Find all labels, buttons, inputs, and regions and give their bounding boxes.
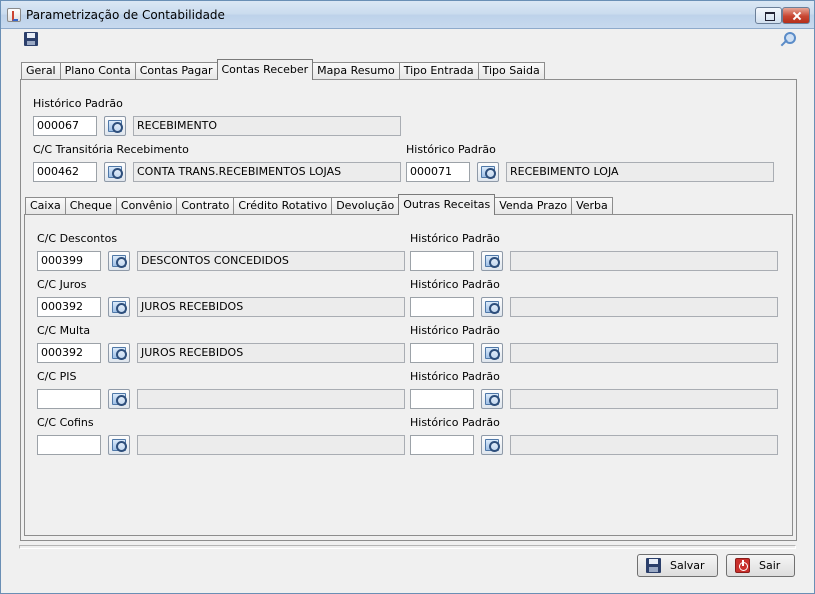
tab-contas-receber[interactable]: Contas Receber (216, 59, 314, 80)
close-button[interactable] (782, 7, 810, 24)
main-window: Parametrização de Contabilidade Geral Pl… (0, 0, 815, 594)
cc-descontos-desc: DESCONTOS CONCEDIDOS (137, 251, 405, 271)
sub-tab-bar: Caixa Cheque Convênio Contrato Crédito R… (25, 194, 613, 215)
cc-pis-code-input[interactable] (37, 389, 101, 409)
cc-juros-search-icon[interactable] (108, 297, 130, 317)
cc-multa-search-icon[interactable] (108, 343, 130, 363)
tab-mapa-resumo[interactable]: Mapa Resumo (312, 62, 400, 80)
juros-historico-label: Histórico Padrão (410, 278, 500, 291)
tab-cheque[interactable]: Cheque (64, 197, 117, 215)
pis-historico-desc (510, 389, 778, 409)
juros-historico-code-input[interactable] (410, 297, 474, 317)
historico-padrao-2-desc: RECEBIMENTO LOJA (506, 162, 774, 182)
title-bar: Parametrização de Contabilidade (1, 1, 814, 29)
cofins-historico-code-input[interactable] (410, 435, 474, 455)
historico-padrao-code-input[interactable]: 000067 (33, 116, 97, 136)
tab-caixa[interactable]: Caixa (25, 197, 66, 215)
cc-cofins-desc (137, 435, 405, 455)
cc-descontos-label: C/C Descontos (37, 232, 118, 245)
power-icon (735, 558, 750, 573)
tab-credito-rotativo[interactable]: Crédito Rotativo (233, 197, 333, 215)
cc-juros-code-input[interactable]: 000392 (37, 297, 101, 317)
pis-historico-label: Histórico Padrão (410, 370, 500, 383)
exit-button[interactable]: Sair (726, 554, 795, 577)
cofins-historico-search-icon[interactable] (481, 435, 503, 455)
cc-descontos-code-input[interactable]: 000399 (37, 251, 101, 271)
descontos-historico-label: Histórico Padrão (410, 232, 500, 245)
key-icon[interactable] (778, 32, 796, 48)
save-icon (646, 558, 661, 573)
cc-transitoria-search-icon[interactable] (104, 162, 126, 182)
cc-multa-label: C/C Multa (37, 324, 91, 337)
cc-juros-desc: JUROS RECEBIDOS (137, 297, 405, 317)
cc-multa-desc: JUROS RECEBIDOS (137, 343, 405, 363)
juros-historico-search-icon[interactable] (481, 297, 503, 317)
tab-contrato[interactable]: Contrato (176, 197, 235, 215)
cc-multa-code-input[interactable]: 000392 (37, 343, 101, 363)
descontos-historico-desc (510, 251, 778, 271)
descontos-historico-search-icon[interactable] (481, 251, 503, 271)
cc-transitoria-code-input[interactable]: 000462 (33, 162, 97, 182)
pis-historico-search-icon[interactable] (481, 389, 503, 409)
exit-button-label: Sair (759, 559, 781, 572)
multa-historico-code-input[interactable] (410, 343, 474, 363)
tab-plano-conta[interactable]: Plano Conta (59, 62, 136, 80)
cc-transitoria-label: C/C Transitória Recebimento (33, 143, 189, 156)
tab-convenio[interactable]: Convênio (115, 197, 178, 215)
cc-pis-label: C/C PIS (37, 370, 77, 383)
cc-cofins-search-icon[interactable] (108, 435, 130, 455)
juros-historico-desc (510, 297, 778, 317)
tab-tipo-entrada[interactable]: Tipo Entrada (398, 62, 479, 80)
cc-cofins-code-input[interactable] (37, 435, 101, 455)
multa-historico-label: Histórico Padrão (410, 324, 500, 337)
multa-historico-desc (510, 343, 778, 363)
tab-contas-pagar[interactable]: Contas Pagar (134, 62, 218, 80)
historico-padrao-2-label: Histórico Padrão (406, 143, 496, 156)
cofins-historico-desc (510, 435, 778, 455)
tab-tipo-saida[interactable]: Tipo Saida (477, 62, 545, 80)
historico-padrao-2-search-icon[interactable] (477, 162, 499, 182)
save-button-label: Salvar (670, 559, 705, 572)
cc-transitoria-desc: CONTA TRANS.RECEBIMENTOS LOJAS (133, 162, 401, 182)
pis-historico-code-input[interactable] (410, 389, 474, 409)
cc-juros-label: C/C Juros (37, 278, 87, 291)
cc-cofins-label: C/C Cofins (37, 416, 94, 429)
historico-padrao-label: Histórico Padrão (33, 97, 123, 110)
multa-historico-search-icon[interactable] (481, 343, 503, 363)
save-icon[interactable] (24, 32, 38, 46)
tab-verba[interactable]: Verba (571, 197, 613, 215)
contas-receber-panel: Histórico Padrão 000067 RECEBIMENTO C/C … (20, 79, 797, 541)
restore-button[interactable] (755, 7, 782, 24)
save-button[interactable]: Salvar (637, 554, 718, 577)
cofins-historico-label: Histórico Padrão (410, 416, 500, 429)
tab-outras-receitas[interactable]: Outras Receitas (398, 194, 496, 215)
cc-pis-desc (137, 389, 405, 409)
historico-padrao-search-icon[interactable] (104, 116, 126, 136)
java-app-icon (7, 8, 21, 22)
status-separator (19, 545, 796, 549)
descontos-historico-code-input[interactable] (410, 251, 474, 271)
historico-padrao-2-code-input[interactable]: 000071 (406, 162, 470, 182)
historico-padrao-desc: RECEBIMENTO (133, 116, 401, 136)
tab-geral[interactable]: Geral (21, 62, 61, 80)
outras-receitas-panel: C/C Descontos 000399 DESCONTOS CONCEDIDO… (24, 214, 793, 536)
main-tab-bar: Geral Plano Conta Contas Pagar Contas Re… (21, 59, 545, 80)
window-title: Parametrização de Contabilidade (26, 8, 225, 22)
cc-descontos-search-icon[interactable] (108, 251, 130, 271)
cc-pis-search-icon[interactable] (108, 389, 130, 409)
tab-venda-prazo[interactable]: Venda Prazo (494, 197, 573, 215)
tab-devolucao[interactable]: Devolução (331, 197, 400, 215)
